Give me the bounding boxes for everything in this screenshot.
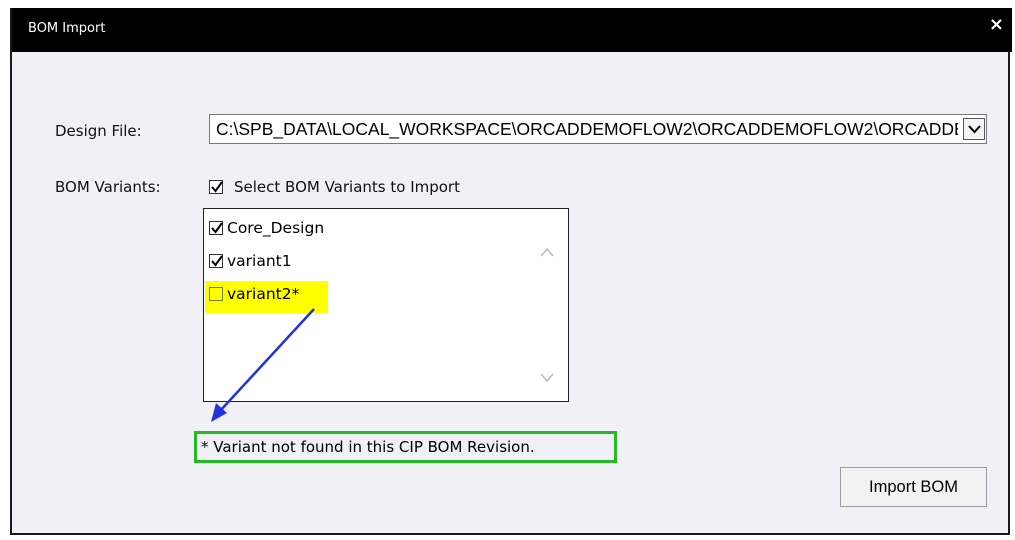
bom-import-dialog: BOM Import × Design File: C:\SPB_DATA\LO… bbox=[10, 8, 1012, 535]
annotation-arrow-icon bbox=[211, 308, 315, 422]
